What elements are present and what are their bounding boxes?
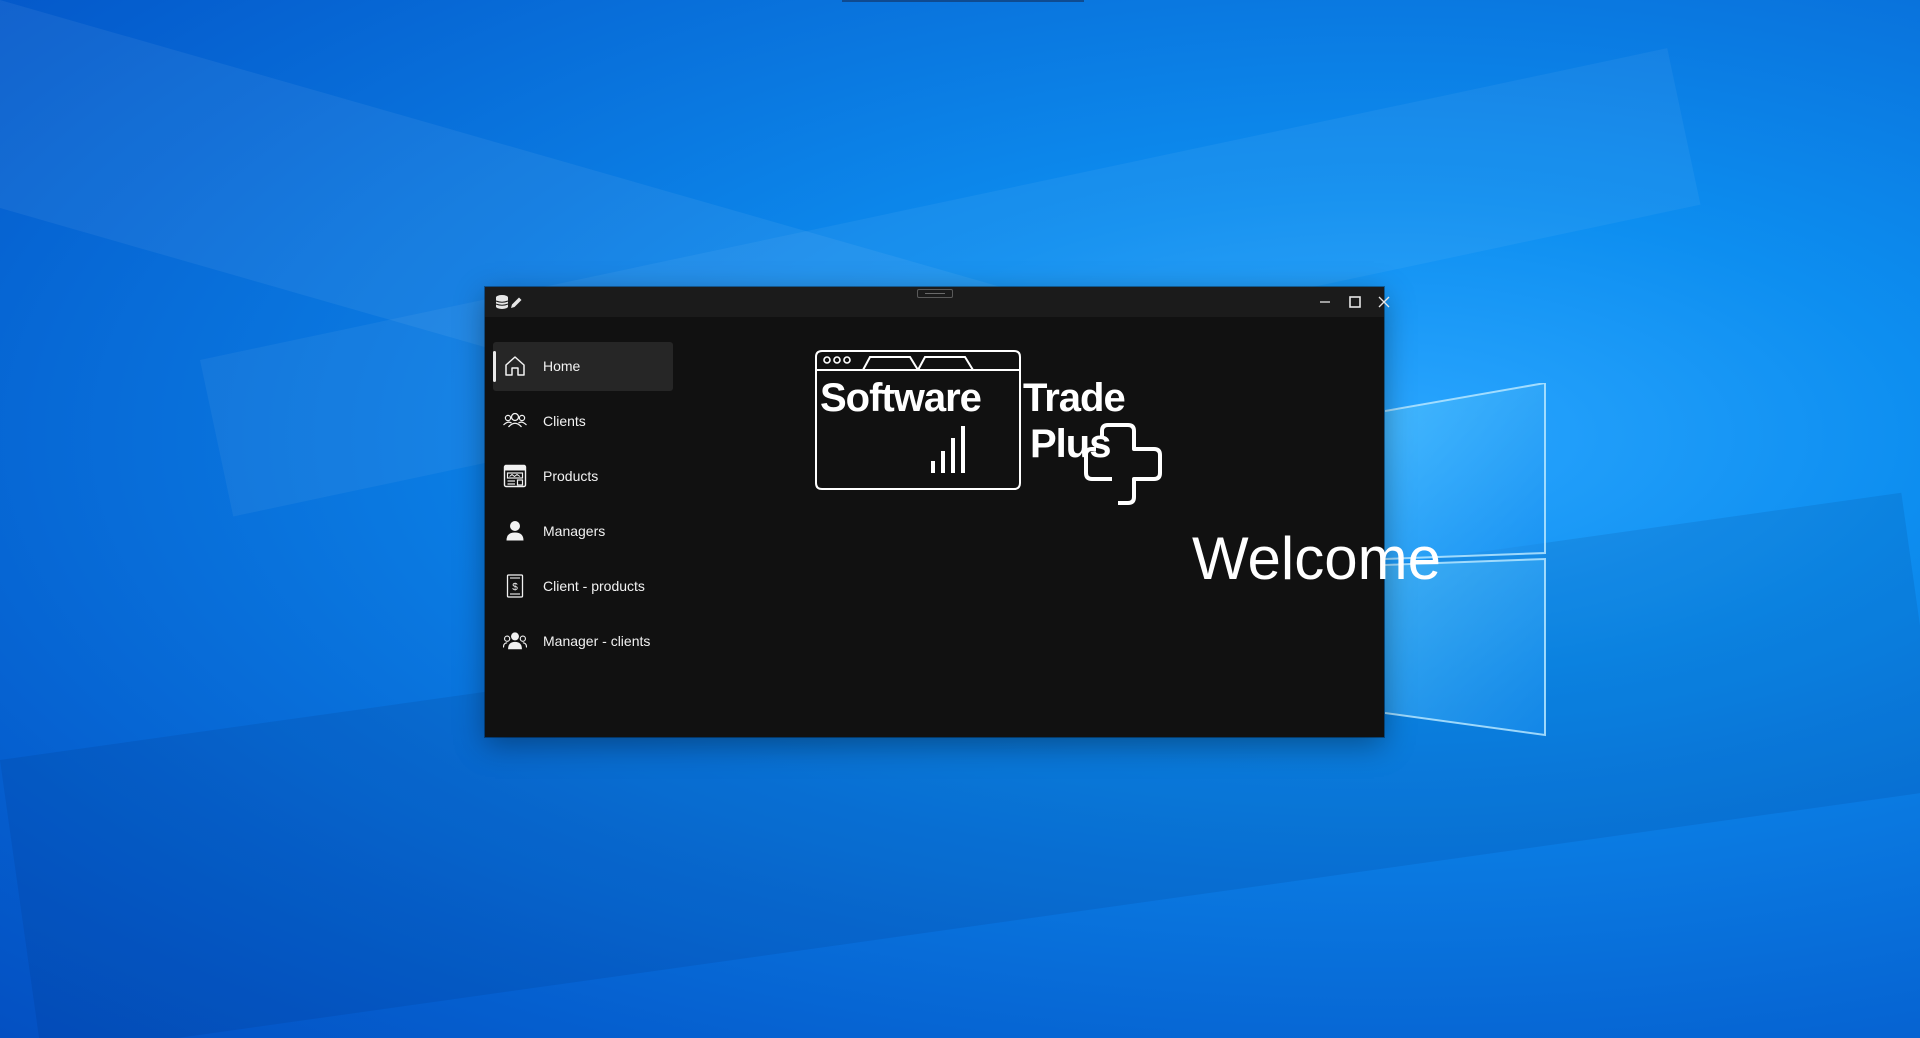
sidebar-item-products[interactable]: Products [493, 452, 673, 501]
brand-word-software: Software [820, 376, 982, 420]
sidebar-item-managers[interactable]: Managers [493, 507, 673, 556]
products-icon [503, 464, 527, 488]
sidebar-item-label: Manager - clients [543, 633, 651, 649]
active-indicator [493, 351, 496, 382]
sidebar-item-label: Products [543, 468, 599, 484]
app-window: Home Clients Products Managers $ Client … [485, 287, 1441, 737]
desktop-background: Home Clients Products Managers $ Client … [0, 0, 1920, 1038]
minimize-icon [1320, 301, 1330, 303]
maximize-button[interactable] [1340, 287, 1370, 317]
bar-chart-icon [931, 426, 965, 473]
title-bar[interactable] [485, 287, 1390, 317]
close-icon [1378, 296, 1390, 308]
brand-word-trade: Trade [1023, 376, 1126, 420]
sidebar-nav: Home Clients Products Managers $ Client … [493, 342, 673, 672]
sidebar-item-label: Managers [543, 523, 606, 539]
maximize-icon [1349, 296, 1361, 308]
manager-clients-icon [503, 629, 527, 653]
clients-icon [503, 409, 527, 433]
database-edit-icon [495, 294, 523, 315]
drag-handle[interactable] [917, 289, 953, 298]
close-button[interactable] [1369, 287, 1399, 317]
manager-icon [503, 519, 527, 543]
svg-text:$: $ [512, 582, 518, 593]
brand-word-plus: Plus [1030, 422, 1111, 466]
sidebar-item-home[interactable]: Home [493, 342, 673, 391]
sidebar-item-manager-clients[interactable]: Manager - clients [493, 617, 673, 666]
sidebar-item-label: Home [543, 358, 581, 374]
sidebar-item-client-products[interactable]: $ Client - products [493, 562, 673, 611]
sidebar-item-label: Clients [543, 413, 586, 429]
receipt-icon: $ [503, 574, 527, 598]
sidebar-item-label: Client - products [543, 578, 645, 594]
home-icon [503, 354, 527, 378]
minimize-button[interactable] [1310, 287, 1340, 317]
taskbar-edge [842, 0, 1084, 2]
sidebar-item-clients[interactable]: Clients [493, 397, 673, 446]
welcome-heading: Welcome [1192, 525, 1441, 592]
